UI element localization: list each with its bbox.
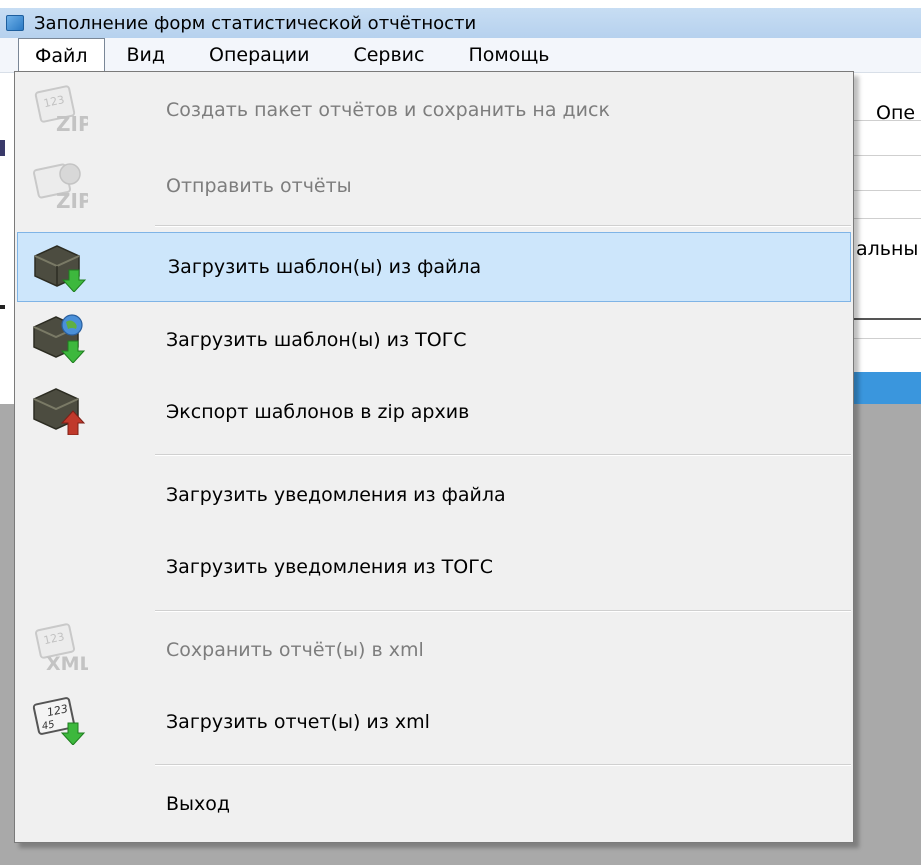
menu-view[interactable]: Вид [105, 38, 188, 72]
svg-text:XML: XML [46, 653, 88, 673]
template-load-file-icon [34, 245, 87, 292]
menu-item-load-template-togs[interactable]: Загрузить шаблон(ы) из ТОГС [16, 308, 852, 372]
template-export-icon [33, 388, 86, 435]
menu-item-load-template-file[interactable]: Загрузить шаблон(ы) из файла [17, 232, 851, 302]
bg-line [850, 318, 921, 320]
app-icon [6, 15, 24, 31]
menu-item-label: Загрузить шаблон(ы) из файла [168, 256, 482, 278]
menu-item-label: Создать пакет отчётов и сохранить на дис… [166, 99, 610, 121]
menu-separator [155, 225, 851, 227]
menu-separator [155, 610, 851, 612]
menu-item-exit[interactable]: Выход [16, 772, 852, 836]
menu-item-load-xml[interactable]: 123 45 Загрузить отчет(ы) из xml [16, 690, 852, 754]
menu-item-load-notices-file[interactable]: Загрузить уведомления из файла [16, 462, 852, 528]
xml-load-icon: 123 45 [32, 697, 86, 745]
bg-line [850, 218, 921, 219]
menu-item-label: Загрузить отчет(ы) из xml [166, 711, 430, 733]
menu-separator [155, 764, 851, 766]
bg-toolbar-text: Опе [876, 102, 916, 124]
menu-operations[interactable]: Операции [187, 38, 331, 72]
menu-item-label: Загрузить шаблон(ы) из ТОГС [166, 329, 467, 351]
svg-text:ZIP: ZIP [56, 112, 88, 135]
menu-item-label: Выход [166, 793, 231, 815]
window-title: Заполнение форм статистической отчётност… [34, 12, 477, 34]
menu-file[interactable]: Файл [18, 38, 105, 72]
menu-bar: Файл Вид Операции Сервис Помощь [0, 38, 921, 73]
zip-package-icon: 123 ZIP [34, 85, 88, 135]
menu-item-load-notices-togs[interactable]: Загрузить уведомления из ТОГС [16, 534, 852, 600]
menu-service[interactable]: Сервис [331, 38, 446, 72]
zip-send-icon: ZIP [32, 163, 88, 211]
bg-line [850, 155, 921, 156]
title-bar: Заполнение форм статистической отчётност… [0, 8, 921, 38]
menu-item-label: Загрузить уведомления из ТОГС [166, 556, 494, 578]
template-load-togs-icon [33, 314, 86, 363]
menu-item-label: Сохранить отчёт(ы) в xml [166, 639, 424, 661]
xml-save-icon: 123 XML [35, 623, 88, 673]
bg-line [850, 338, 921, 339]
menu-item-label: Экспорт шаблонов в zip архив [166, 401, 470, 423]
menu-item-save-xml[interactable]: 123 XML Сохранить отчёт(ы) в xml [16, 618, 852, 682]
svg-text:ZIP: ZIP [56, 189, 88, 211]
menu-item-create-package[interactable]: 123 ZIP Создать пакет отчётов и сохранит… [16, 80, 852, 140]
left-edge-mark [0, 305, 5, 309]
bg-field-text: альны [856, 238, 919, 260]
menu-item-export-templates[interactable]: Экспорт шаблонов в zip архив [16, 380, 852, 444]
menu-separator [155, 454, 851, 456]
left-edge-mark [0, 140, 5, 156]
file-menu-dropdown: 123 ZIP Создать пакет отчётов и сохранит… [14, 71, 854, 843]
clipped-heading [0, 0, 921, 8]
menu-item-label: Отправить отчёты [166, 175, 352, 197]
bg-line [850, 190, 921, 191]
menu-help[interactable]: Помощь [446, 38, 571, 72]
menu-item-label: Загрузить уведомления из файла [166, 484, 506, 506]
menu-item-send-reports[interactable]: ZIP Отправить отчёты [16, 156, 852, 216]
bg-selected-row [850, 372, 921, 404]
